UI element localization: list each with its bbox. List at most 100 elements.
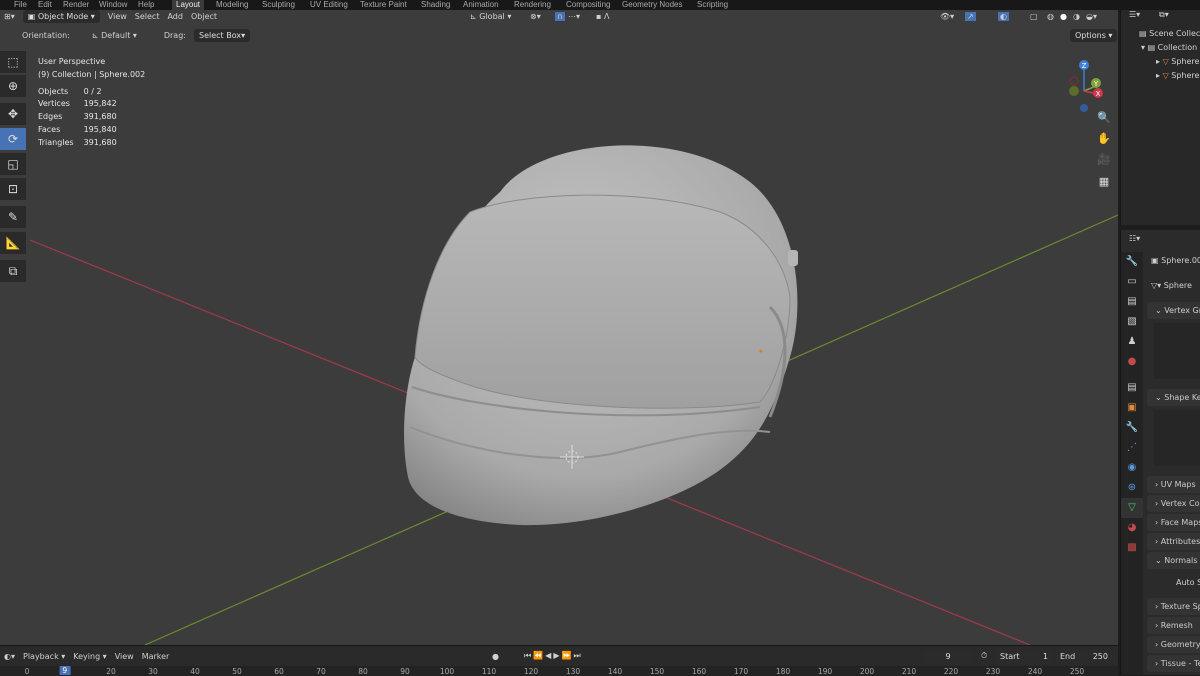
next-keyframe-icon[interactable]: ⏩ xyxy=(561,651,573,660)
3d-viewport[interactable]: ⊞▾ ▣ Object Mode ▾ View Select Add Objec… xyxy=(0,10,1118,645)
outliner-object-item[interactable]: ▸ ▽ Sphere xyxy=(1156,57,1199,66)
overlay-toggle-icon[interactable]: ◐ xyxy=(998,11,1009,21)
mesh-data-tab-icon[interactable]: ▽ xyxy=(1121,498,1143,518)
material-shading-icon[interactable]: ◑ xyxy=(1073,12,1080,21)
tab-modeling[interactable]: Modeling xyxy=(216,0,248,10)
menu-select[interactable]: Select xyxy=(135,12,160,21)
prev-keyframe-icon[interactable]: ⏪ xyxy=(533,651,545,660)
particles-tab-icon[interactable]: ⋰ xyxy=(1121,438,1143,458)
current-frame-field[interactable]: 9 xyxy=(922,649,974,663)
menu-window[interactable]: Window xyxy=(99,0,127,10)
gizmo-x-label[interactable]: X xyxy=(1096,90,1101,98)
stopwatch-icon[interactable]: ⏱ xyxy=(981,651,987,661)
tab-layout[interactable]: Layout xyxy=(172,0,205,10)
panel-shape-keys[interactable]: ⌄ Shape Keys xyxy=(1147,389,1200,406)
orientation-dropdown[interactable]: ⊾ Default ▾ xyxy=(92,31,156,40)
xray-icon[interactable]: ▢ xyxy=(1030,12,1038,21)
timeline-editor-type-icon[interactable]: ◐▾ xyxy=(4,652,15,661)
menu-view[interactable]: View xyxy=(108,12,127,21)
editor-type-icon[interactable]: ⊞▾ xyxy=(4,12,15,21)
mesh-data-field[interactable]: ▽▾ Sphere xyxy=(1151,281,1192,290)
rotate-tool-icon[interactable]: ⟳ xyxy=(0,128,26,150)
panel-remesh[interactable]: › Remesh xyxy=(1147,617,1200,634)
tab-animation[interactable]: Animation xyxy=(463,0,499,10)
texture-tab-icon[interactable]: ▩ xyxy=(1121,538,1143,558)
render-tab-icon[interactable]: ▭ xyxy=(1121,272,1143,292)
playback-controls[interactable]: ⏮⏪◀▶⏩⏭ xyxy=(524,651,583,661)
visibility-icon[interactable]: 👁▾ xyxy=(940,12,954,21)
menu-help[interactable]: Help xyxy=(138,0,154,10)
snap-icon[interactable]: ∩ xyxy=(555,11,565,21)
transform-orientation-dropdown[interactable]: ⊾ Global ▾ xyxy=(470,12,511,21)
panel-face-maps[interactable]: › Face Maps xyxy=(1147,514,1200,531)
select-box-tool-icon[interactable]: ⬚ xyxy=(0,51,26,73)
outliner-object-item[interactable]: ▸ ▽ Sphere xyxy=(1156,71,1199,80)
proportional-edit-icon[interactable]: ▪ Λ xyxy=(596,12,609,21)
object-tab-icon[interactable]: ▣ xyxy=(1121,398,1143,418)
panel-vertex-colors[interactable]: › Vertex Colors xyxy=(1147,495,1200,512)
tab-sculpting[interactable]: Sculpting xyxy=(262,0,295,10)
menu-add[interactable]: Add xyxy=(167,12,183,21)
panel-vertex-groups[interactable]: ⌄ Vertex Groups xyxy=(1147,302,1200,319)
tab-geometry-nodes[interactable]: Geometry Nodes xyxy=(622,0,682,10)
timeline-view-menu[interactable]: View xyxy=(115,652,134,661)
output-tab-icon[interactable]: ▤ xyxy=(1121,292,1143,312)
properties-editor-type-icon[interactable]: ☷▾ xyxy=(1129,234,1140,243)
constraints-tab-icon[interactable]: ⊛ xyxy=(1121,478,1143,498)
scale-tool-icon[interactable]: ◱ xyxy=(0,153,26,175)
pivot-icon[interactable]: ⊗▾ xyxy=(530,12,541,21)
gizmo-y-label[interactable]: Y xyxy=(1093,80,1099,88)
shape-keys-list[interactable] xyxy=(1154,410,1200,466)
perspective-grid-icon[interactable]: ▦ xyxy=(1096,175,1112,191)
gizmo-toggle-icon[interactable]: ↗ xyxy=(965,11,976,21)
jump-start-icon[interactable]: ⏮ xyxy=(524,651,533,660)
tool-tab-icon[interactable]: 🔧 xyxy=(1121,252,1143,272)
auto-smooth-checkbox[interactable]: Auto Smooth xyxy=(1176,578,1200,587)
panel-texture-space[interactable]: › Texture Space xyxy=(1147,598,1200,615)
panel-normals[interactable]: ⌄ Normals xyxy=(1147,552,1200,569)
material-tab-icon[interactable]: ◕ xyxy=(1121,518,1143,538)
panel-uv-maps[interactable]: › UV Maps xyxy=(1147,476,1200,493)
snap-type-icon[interactable]: ⋯▾ xyxy=(568,12,580,21)
cursor-tool-icon[interactable]: ⊕ xyxy=(0,75,26,97)
tab-scripting[interactable]: Scripting xyxy=(697,0,728,10)
tab-texture-paint[interactable]: Texture Paint xyxy=(360,0,407,10)
menu-edit[interactable]: Edit xyxy=(38,0,52,10)
zoom-icon[interactable]: 🔍 xyxy=(1096,111,1112,127)
end-frame-field[interactable]: End 250 xyxy=(1055,649,1113,663)
rendered-shading-icon[interactable]: ◒▾ xyxy=(1086,12,1097,21)
jump-end-icon[interactable]: ⏭ xyxy=(573,651,582,660)
drag-dropdown[interactable]: Select Box▾ xyxy=(193,28,251,42)
object-name-field[interactable]: ▣ Sphere.002 xyxy=(1151,256,1200,265)
physics-tab-icon[interactable]: ◉ xyxy=(1121,458,1143,478)
tab-uv-editing[interactable]: UV Editing xyxy=(310,0,348,10)
scene-tab-icon[interactable]: ♟ xyxy=(1121,332,1143,352)
tab-rendering[interactable]: Rendering xyxy=(514,0,551,10)
pan-hand-icon[interactable]: ✋ xyxy=(1096,132,1112,148)
camera-icon[interactable]: 🎥 xyxy=(1096,153,1112,169)
panel-geometry-data[interactable]: › Geometry Data xyxy=(1147,636,1200,653)
mode-dropdown[interactable]: ▣ Object Mode ▾ xyxy=(22,10,100,23)
outliner-filter-icon[interactable]: ⧉▾ xyxy=(1159,10,1169,20)
measure-tool-icon[interactable]: 📐 xyxy=(0,232,26,254)
current-frame-marker[interactable]: 9 xyxy=(59,666,71,675)
vertex-groups-list[interactable] xyxy=(1154,323,1200,379)
view-layer-tab-icon[interactable]: ▧ xyxy=(1121,312,1143,332)
solid-shading-icon[interactable]: ● xyxy=(1060,12,1067,21)
collection-item[interactable]: ▾ ▤ Collection xyxy=(1141,43,1197,52)
start-frame-field[interactable]: Start 1 xyxy=(995,649,1053,663)
move-tool-icon[interactable]: ✥ xyxy=(0,103,26,125)
tab-shading[interactable]: Shading xyxy=(421,0,450,10)
tab-compositing[interactable]: Compositing xyxy=(566,0,610,10)
navigation-gizmo[interactable]: Z Y X xyxy=(1066,51,1110,113)
menu-render[interactable]: Render xyxy=(63,0,89,10)
panel-attributes[interactable]: › Attributes xyxy=(1147,533,1200,550)
wireframe-shading-icon[interactable]: ◍ xyxy=(1047,12,1054,21)
outliner-display-mode-icon[interactable]: ☰▾ xyxy=(1129,10,1140,19)
add-cube-tool-icon[interactable]: ⧉ xyxy=(0,260,26,282)
marker-menu[interactable]: Marker xyxy=(142,652,170,661)
annotate-tool-icon[interactable]: ✎ xyxy=(0,206,26,228)
collection-tab-icon[interactable]: ▤ xyxy=(1121,378,1143,398)
transform-tool-icon[interactable]: ⊡ xyxy=(0,178,26,200)
modifier-tab-icon[interactable]: 🔧 xyxy=(1121,418,1143,438)
